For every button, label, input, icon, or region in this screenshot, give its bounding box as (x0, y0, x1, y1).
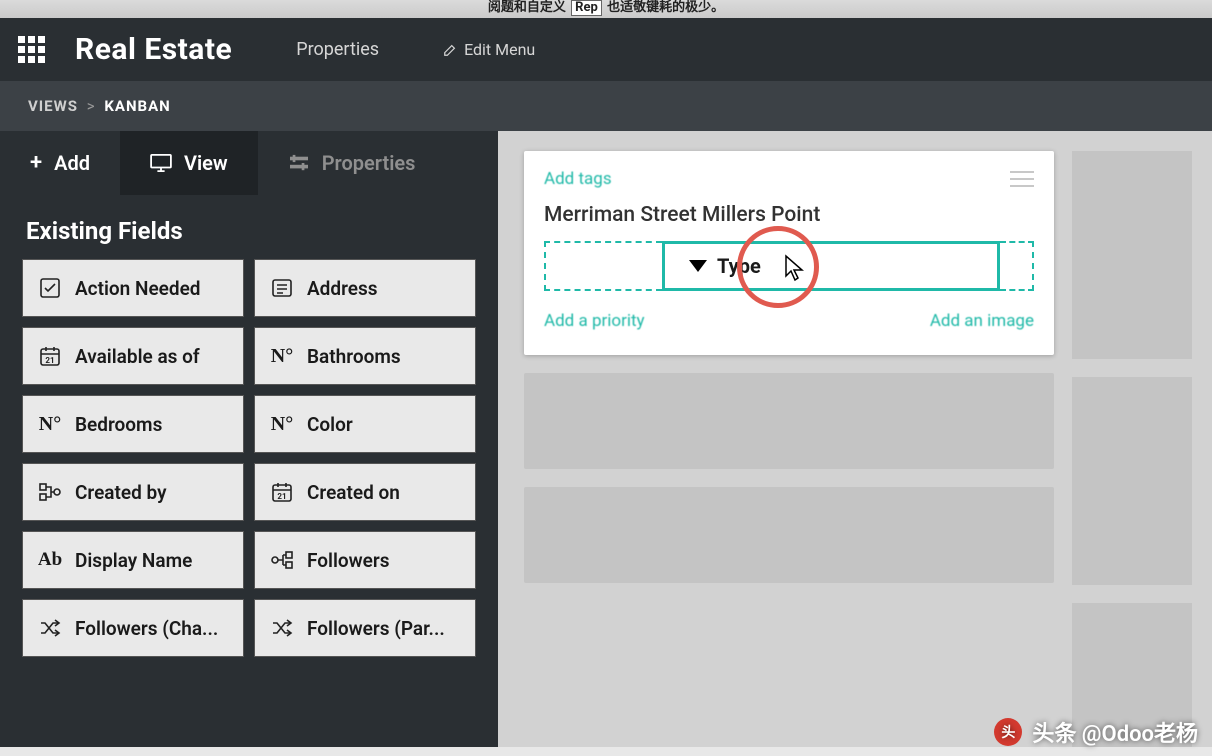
add-tags-link[interactable]: Add tags (544, 169, 612, 189)
field-chip-label: Followers (Par... (307, 617, 445, 640)
field-chip[interactable]: Action Needed (22, 259, 244, 317)
tab-add[interactable]: + Add (0, 131, 120, 195)
shuffle-icon (269, 616, 295, 640)
tab-properties[interactable]: Properties (258, 131, 446, 195)
card-menu-icon[interactable] (1010, 171, 1034, 187)
field-chip[interactable]: Created by (22, 463, 244, 521)
kanban-card-placeholder[interactable] (524, 487, 1054, 583)
nav-properties[interactable]: Properties (296, 39, 379, 60)
sidebar-tabs: + Add View Properties (0, 131, 498, 195)
sliders-icon (288, 154, 310, 172)
kanban-card-placeholder[interactable] (1072, 151, 1192, 359)
kanban-column: Add tags Merriman Street Millers Point T… (524, 151, 1054, 583)
app-header: Real Estate Properties Edit Menu (0, 18, 1212, 81)
field-chip[interactable]: Address (254, 259, 476, 317)
breadcrumb-sep: > (87, 97, 96, 115)
field-chip[interactable]: 21 Created on (254, 463, 476, 521)
tab-add-label: Add (54, 151, 90, 175)
field-chip[interactable]: Followers (Par... (254, 599, 476, 657)
dropdown-triangle-icon (689, 260, 707, 272)
breadcrumb-current: KANBAN (104, 97, 170, 115)
plus-icon: + (30, 152, 42, 174)
tab-view-label: View (184, 151, 228, 175)
field-chip-label: Available as of (75, 345, 200, 368)
calendar-icon: 21 (269, 480, 295, 504)
field-chip[interactable]: Followers (Cha... (22, 599, 244, 657)
field-chip[interactable]: N° Bedrooms (22, 395, 244, 453)
shuffle-icon (37, 616, 63, 640)
relation-icon (37, 480, 63, 504)
app-title: Real Estate (75, 32, 232, 67)
svg-text:21: 21 (45, 356, 54, 365)
field-chip-label: Bedrooms (75, 413, 162, 436)
type-field-slot[interactable]: Type (662, 241, 1000, 291)
add-priority-link[interactable]: Add a priority (544, 311, 645, 331)
field-chip-label: Created on (307, 481, 400, 504)
existing-fields-title: Existing Fields (0, 195, 498, 259)
faded-box: Rep (571, 0, 602, 16)
relation2-icon (269, 548, 295, 572)
field-chip[interactable]: N° Color (254, 395, 476, 453)
faded-text-right: 也适敬键耗的极少。 (607, 0, 724, 15)
kanban-canvas: Add tags Merriman Street Millers Point T… (498, 131, 1212, 747)
lines-icon (269, 276, 295, 300)
watermark-text: 头条 @Odoo老杨 (1032, 716, 1198, 748)
monitor-icon (150, 154, 172, 172)
cursor-icon (783, 254, 807, 282)
field-chip-label: Created by (75, 481, 167, 504)
kanban-column-2 (1072, 151, 1192, 747)
nav-edit-menu[interactable]: Edit Menu (443, 40, 535, 59)
field-chip[interactable]: Followers (254, 531, 476, 589)
breadcrumb: VIEWS > KANBAN (0, 81, 1212, 131)
svg-text:21: 21 (277, 492, 286, 501)
ab-icon: Ab (37, 548, 63, 572)
faded-text-left: 阅题和自定义 (488, 0, 566, 15)
editor-sidebar: + Add View Properties Existing Fields Ac… (0, 131, 498, 747)
apps-icon[interactable] (18, 36, 45, 63)
nav-edit-menu-label: Edit Menu (464, 40, 535, 59)
top-faded-bar: 阅题和自定义 Rep 也适敬键耗的极少。 (0, 0, 1212, 18)
type-label: Type (717, 254, 761, 278)
field-chip-label: Followers (307, 549, 390, 572)
tab-properties-label: Properties (322, 151, 416, 175)
kanban-card[interactable]: Add tags Merriman Street Millers Point T… (524, 151, 1054, 355)
field-chip[interactable]: 21 Available as of (22, 327, 244, 385)
drop-right-placeholder[interactable] (1000, 241, 1034, 291)
field-chip[interactable]: N° Bathrooms (254, 327, 476, 385)
pencil-icon (443, 43, 457, 57)
checkbox-icon (37, 276, 63, 300)
watermark-logo-icon: 头 (994, 718, 1022, 746)
kanban-card-placeholder[interactable] (524, 373, 1054, 469)
field-chip-label: Color (307, 413, 353, 436)
breadcrumb-root[interactable]: VIEWS (28, 97, 78, 115)
field-chip-label: Display Name (75, 549, 192, 572)
calendar-icon: 21 (37, 344, 63, 368)
ndeg-icon: N° (269, 412, 295, 436)
kanban-card-placeholder[interactable] (1072, 377, 1192, 585)
field-chip-label: Address (307, 277, 378, 300)
field-chip[interactable]: Ab Display Name (22, 531, 244, 589)
tab-view[interactable]: View (120, 131, 258, 195)
drop-left-placeholder[interactable] (544, 241, 662, 291)
watermark: 头 头条 @Odoo老杨 (994, 716, 1198, 748)
field-chip-label: Action Needed (75, 277, 201, 300)
field-chip-label: Bathrooms (307, 345, 401, 368)
ndeg-icon: N° (37, 412, 63, 436)
field-chip-label: Followers (Cha... (75, 617, 218, 640)
fields-grid: Action Needed Address 21 Available as of N° B… (0, 259, 498, 677)
ndeg-icon: N° (269, 344, 295, 368)
add-image-link[interactable]: Add an image (930, 311, 1034, 331)
type-drop-row: Type (544, 241, 1034, 291)
card-title: Merriman Street Millers Point (544, 203, 1034, 227)
